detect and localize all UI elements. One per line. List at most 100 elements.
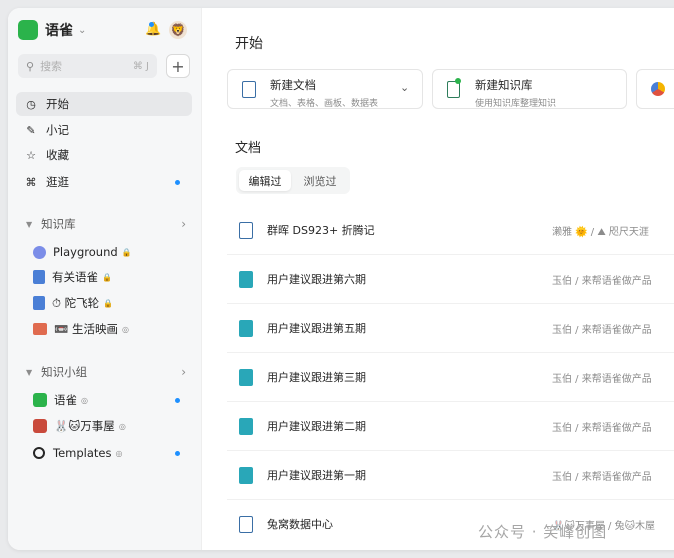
doc-path: 玉伯 / 来帮语雀做产品 (552, 276, 652, 287)
new-doc-icon (242, 81, 256, 98)
app-window: 语雀 ⌄ 🔔 🦁 ⚲ 搜索 ⌘ J + ◷ 开始 ✎ 小记 ☆ 收藏 ⌘ 逛逛 (8, 8, 674, 550)
doc-title: 用户建议跟进第一期 (267, 469, 366, 482)
shared-icon: ◎ (115, 448, 123, 458)
lock-icon: 🔒 (103, 298, 114, 308)
search-placeholder: 搜索 (40, 60, 63, 73)
shared-icon: ◎ (118, 421, 126, 431)
tab-edited[interactable]: 编辑过 (239, 170, 291, 191)
doc-icon (239, 516, 253, 533)
search-input[interactable]: ⚲ 搜索 ⌘ J (18, 54, 157, 78)
doc-title: 用户建议跟进第三期 (267, 371, 366, 384)
book-icon (33, 270, 45, 284)
kb-item-tourbillon[interactable]: ⏱ 陀飞轮 🔒 (16, 291, 192, 315)
nav-item-favorites[interactable]: ☆ 收藏 (16, 143, 192, 167)
board-icon (239, 467, 253, 484)
kb-label: 📼 生活映画 (54, 322, 118, 336)
docs-tabs: 编辑过 浏览过 (236, 167, 350, 194)
doc-title: 用户建议跟进第六期 (267, 273, 366, 286)
new-doc-card[interactable]: 新建文档 文档、表格、画板、数据表 ⌄ (227, 69, 423, 109)
kb-section-header[interactable]: ▼ 知识库 › (26, 216, 186, 232)
yuque-logo-icon (18, 20, 38, 40)
doc-path: 濑雅 🌞 / ⛰ 咫尺天涯 (552, 227, 649, 238)
new-kb-card[interactable]: 新建知识库 使用知识库整理知识 (432, 69, 627, 109)
search-shortcut: ⌘ J (132, 60, 149, 72)
nav-label: 小记 (46, 123, 69, 137)
notification-dot (149, 22, 154, 27)
unread-dot (175, 398, 180, 403)
chevron-down-icon[interactable]: ⌄ (400, 81, 409, 94)
lock-icon: 🔒 (102, 272, 112, 282)
sidebar: 语雀 ⌄ 🔔 🦁 ⚲ 搜索 ⌘ J + ◷ 开始 ✎ 小记 ☆ 收藏 ⌘ 逛逛 (8, 8, 202, 550)
table-row[interactable]: 用户建议跟进第六期 玉伯 / 来帮语雀做产品 (227, 255, 674, 304)
tab-viewed[interactable]: 浏览过 (294, 170, 346, 191)
nav-item-start[interactable]: ◷ 开始 (16, 92, 192, 116)
table-row[interactable]: 群晖 DS923+ 折腾记 濑雅 🌞 / ⛰ 咫尺天涯 (227, 206, 674, 255)
lock-icon: 🔒 (121, 247, 132, 257)
board-icon (239, 271, 253, 288)
shared-icon: ◎ (81, 395, 88, 405)
kb-icon (33, 245, 46, 259)
group-label: 语雀 (54, 393, 77, 407)
table-row[interactable]: 用户建议跟进第二期 玉伯 / 来帮语雀做产品 (227, 402, 674, 451)
group-item-wanshiwu[interactable]: 🐰🐱万事屋 ◎ (16, 414, 192, 438)
doc-path: 玉伯 / 来帮语雀做产品 (552, 374, 652, 385)
doc-path: 玉伯 / 来帮语雀做产品 (552, 423, 652, 434)
feather-icon: ✎ (26, 123, 36, 137)
watermark: 公众号 · 笑峰创图 (478, 523, 608, 541)
main-content: 开始 新建文档 文档、表格、画板、数据表 ⌄ 新建知识库 使用知识库整理知识 文… (202, 8, 674, 550)
book-icon (33, 296, 45, 310)
plus-badge (455, 78, 461, 84)
group-section-header[interactable]: ▼ 知识小组 › (26, 364, 186, 380)
more-card[interactable] (636, 69, 674, 109)
unread-dot (175, 180, 180, 185)
chevron-right-icon[interactable]: › (181, 365, 186, 379)
kb-item-about-yuque[interactable]: 有关语雀 🔒 (16, 265, 192, 289)
doc-title: 用户建议跟进第二期 (267, 420, 366, 433)
nav-item-notes[interactable]: ✎ 小记 (16, 118, 192, 142)
table-row[interactable]: 用户建议跟进第一期 玉伯 / 来帮语雀做产品 (227, 451, 674, 500)
doc-path: 玉伯 / 来帮语雀做产品 (552, 325, 652, 336)
unread-dot (175, 451, 180, 456)
nav-item-explore[interactable]: ⌘ 逛逛 (16, 170, 192, 194)
add-button[interactable]: + (166, 54, 190, 78)
nav-label: 开始 (46, 97, 69, 111)
grid-icon: ⌘ (25, 175, 37, 189)
page-title: 开始 (235, 36, 263, 52)
table-row[interactable]: 用户建议跟进第五期 玉伯 / 来帮语雀做产品 (227, 304, 674, 353)
doc-title: 用户建议跟进第五期 (267, 322, 366, 335)
shared-icon: ◎ (121, 324, 129, 334)
kb-item-playground[interactable]: Playground 🔒 (16, 240, 192, 264)
doc-title: 兔窝数据中心 (267, 518, 333, 531)
board-icon (239, 320, 253, 337)
card-subtitle: 使用知识库整理知识 (475, 99, 557, 109)
nav-label: 收藏 (46, 148, 69, 162)
templates-icon (33, 447, 45, 459)
movie-icon (33, 323, 47, 335)
workspace-switcher[interactable]: 语雀 ⌄ (18, 20, 86, 40)
docs-title: 文档 (235, 141, 262, 156)
doc-path: 玉伯 / 来帮语雀做产品 (552, 472, 652, 483)
doc-title: 群晖 DS923+ 折腾记 (267, 224, 375, 237)
chevron-right-icon[interactable]: › (181, 217, 186, 231)
clock-icon: ◷ (26, 97, 36, 111)
group-item-yuque[interactable]: 语雀 ◎ (16, 388, 192, 412)
kb-label: Playground (53, 245, 118, 259)
card-title: 新建文档 (270, 78, 316, 92)
yuque-logo-icon (33, 393, 47, 407)
kb-label: ⏱ 陀飞轮 (52, 296, 100, 310)
group-label: 🐰🐱万事屋 (54, 419, 115, 433)
app-title: 语雀 (45, 23, 73, 39)
table-row[interactable]: 用户建议跟进第三期 玉伯 / 来帮语雀做产品 (227, 353, 674, 402)
caret-down-icon: ▼ (26, 219, 33, 229)
nav-label: 逛逛 (46, 175, 69, 189)
card-subtitle: 文档、表格、画板、数据表 (270, 99, 379, 109)
apps-icon (651, 82, 665, 96)
search-icon: ⚲ (26, 59, 35, 73)
group-item-templates[interactable]: Templates ◎ (16, 441, 192, 465)
gift-icon (33, 419, 47, 433)
avatar[interactable]: 🦁 (169, 21, 187, 39)
card-title: 新建知识库 (475, 78, 533, 92)
caret-down-icon: ▼ (26, 367, 33, 377)
kb-item-life-movie[interactable]: 📼 生活映画 ◎ (16, 317, 192, 341)
group-section-title: 知识小组 (41, 365, 88, 379)
